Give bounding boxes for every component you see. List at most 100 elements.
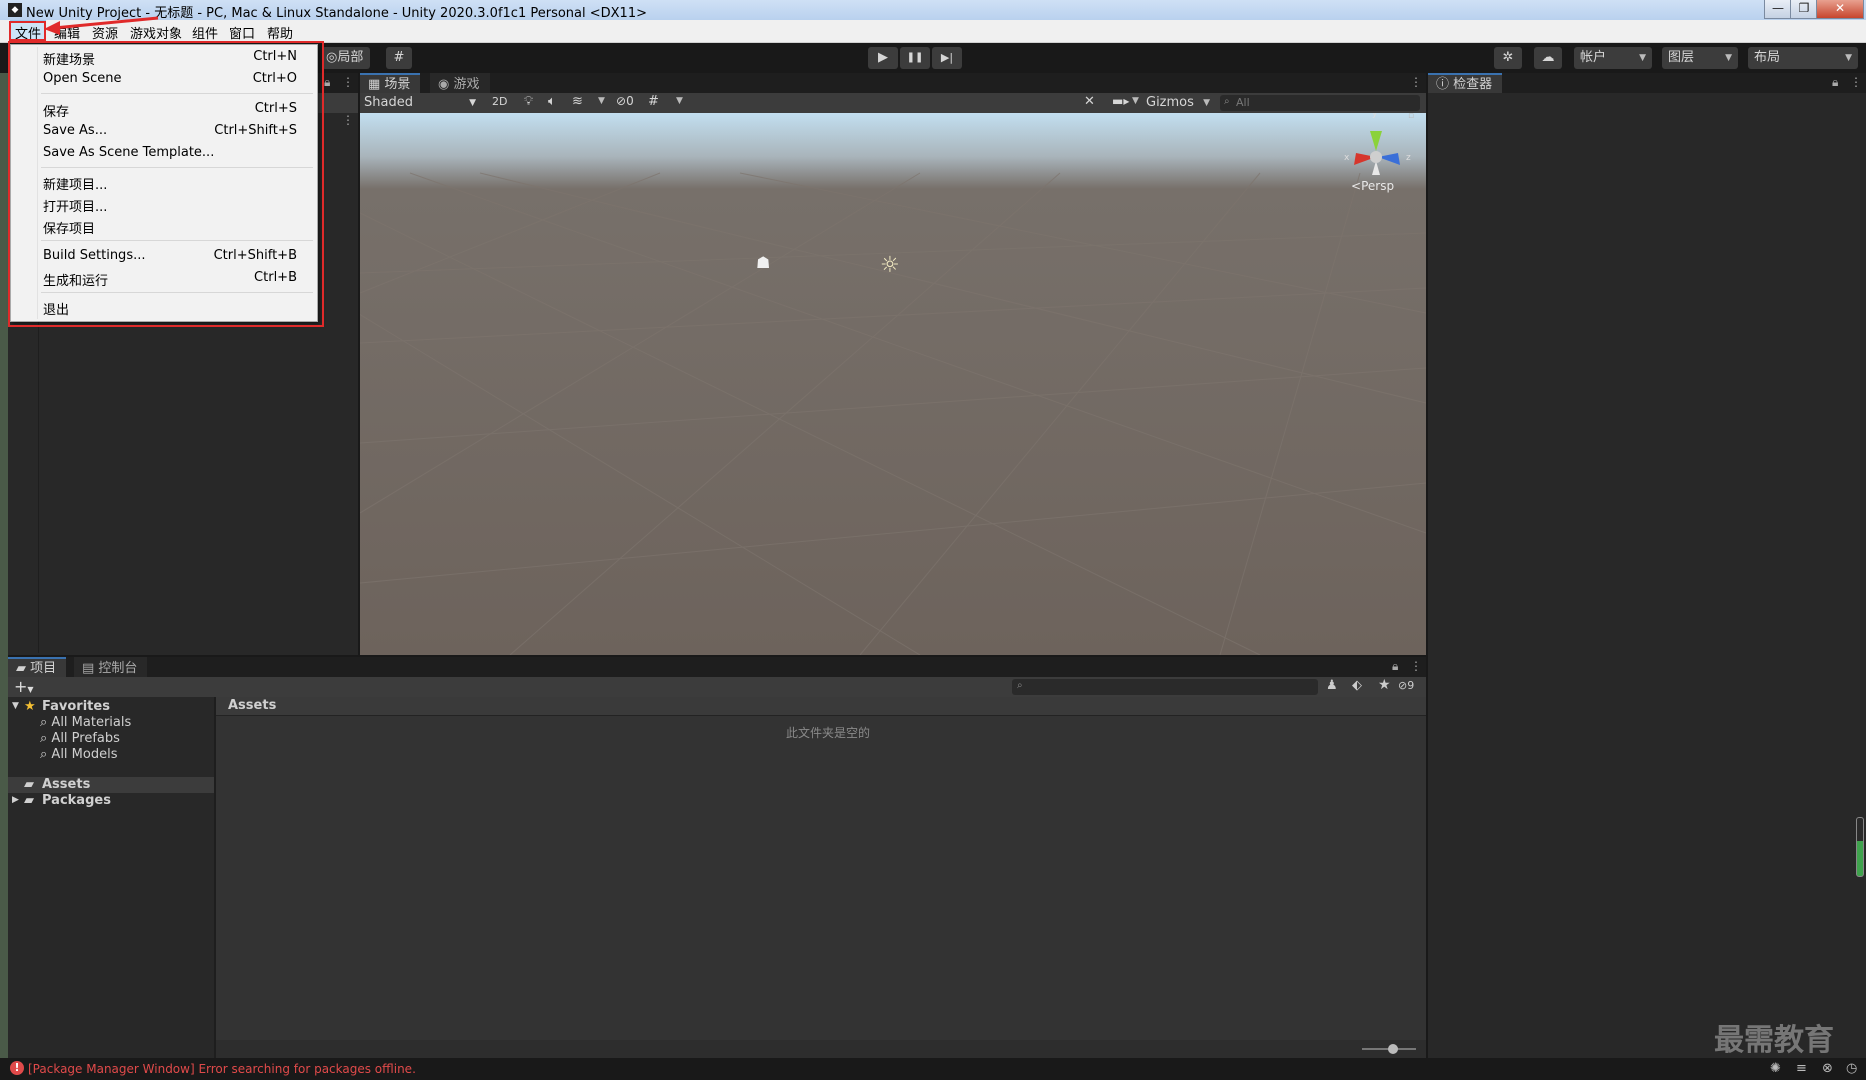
menu-separator	[41, 167, 313, 168]
kebab-menu-icon[interactable]: ⋮	[1410, 75, 1422, 89]
chevron-left-icon: <	[1351, 179, 1362, 193]
menu-item-open-project[interactable]: 打开项目...	[11, 194, 317, 215]
camera-gizmo-icon[interactable]: ☗	[756, 253, 770, 272]
tree-item-assets[interactable]: ▰ Assets	[8, 777, 214, 793]
lock-icon[interactable]: 🔒︎	[1392, 659, 1398, 674]
filter-type-icon[interactable]: ♟	[1326, 678, 1338, 693]
menu-item-shortcut: Ctrl+B	[254, 270, 297, 285]
chevron-down-icon[interactable]: ▼	[1132, 96, 1139, 106]
menu-item-save-project[interactable]: 保存项目	[11, 216, 317, 237]
tree-item-assets-label: Assets	[42, 777, 91, 792]
menu-item-new-project[interactable]: 新建项目...	[11, 172, 317, 193]
chevron-down-icon[interactable]: ▼	[676, 96, 683, 106]
chevron-right-icon[interactable]: ▶	[12, 795, 19, 805]
kebab-menu-icon[interactable]: ⋮	[1410, 659, 1422, 673]
grid-icon[interactable]: #	[648, 94, 659, 109]
check-icon[interactable]: ◷	[1846, 1061, 1857, 1076]
lighting-icon[interactable]: 💡︎	[524, 94, 533, 109]
title-bar: ◆ New Unity Project - 无标题 - PC, Mac & Li…	[0, 0, 1866, 21]
layers-dropdown[interactable]: 图层 ▼	[1662, 47, 1738, 69]
tab-inspector[interactable]: ⓘ 检查器	[1428, 73, 1503, 93]
menu-item-build-and-run[interactable]: 生成和运行 Ctrl+B	[11, 268, 317, 289]
scene-viewport[interactable]: ☗ ☼ y x z ▫ <Persp	[360, 113, 1426, 655]
tab-project[interactable]: ▰ 项目	[8, 657, 67, 677]
menu-item-save-as[interactable]: Save As... Ctrl+Shift+S	[11, 121, 317, 141]
shading-mode-label: Shaded	[364, 95, 413, 110]
project-toolbar: +▼ ⌕ ♟ ⬖ ★ ⊘9	[8, 677, 1426, 697]
lock-icon[interactable]: 🔒︎	[324, 75, 330, 90]
orientation-gizmo[interactable]: y x z ▫ <Persp	[1336, 113, 1426, 213]
menu-item-exit[interactable]: 退出	[11, 297, 317, 318]
tools-icon[interactable]: ✕	[1084, 94, 1095, 109]
menu-item-new-scene[interactable]: 新建场景 Ctrl+N	[11, 47, 317, 68]
stack-icon[interactable]: ≡	[1796, 1061, 1807, 1076]
menu-item-open-scene[interactable]: Open Scene Ctrl+O	[11, 69, 317, 89]
kebab-menu-icon[interactable]: ⋮	[1850, 75, 1862, 89]
lock-icon[interactable]: 🔒︎	[1832, 75, 1838, 90]
menu-item-shortcut: Ctrl+O	[252, 71, 297, 86]
shading-mode-dropdown[interactable]: Shaded ▼	[362, 94, 480, 112]
pivot-toggle[interactable]: ◎局部	[322, 47, 370, 69]
menu-item-label: 保存项目	[43, 222, 96, 237]
hidden-packages-toggle[interactable]: ⊘9	[1398, 679, 1414, 692]
hidden-objects-toggle[interactable]: ⊘0	[616, 94, 634, 108]
network-icon[interactable]: ⊗	[1822, 1061, 1833, 1076]
folder-open-icon: ▰	[24, 777, 34, 792]
favorites-label[interactable]: Favorites	[42, 699, 110, 714]
pause-button[interactable]: ❚❚	[900, 47, 930, 69]
persp-label: Persp	[1361, 179, 1395, 193]
menu-component[interactable]: 组件	[192, 23, 218, 42]
step-button[interactable]: ▶|	[932, 47, 962, 69]
gizmos-dropdown[interactable]: Gizmos ▼	[1144, 94, 1212, 112]
breadcrumb-assets[interactable]: Assets	[228, 698, 276, 713]
add-button[interactable]: +▼	[14, 677, 34, 696]
kebab-menu-icon[interactable]: ⋮	[342, 113, 354, 127]
scene-search-placeholder: All	[1236, 96, 1250, 109]
menu-item-build-settings[interactable]: Build Settings... Ctrl+Shift+B	[11, 246, 317, 266]
menu-help[interactable]: 帮助	[267, 23, 293, 42]
projection-toggle[interactable]: <Persp	[1351, 179, 1394, 193]
project-tabbar: ▰ 项目 ▤ 控制台 🔒︎ ⋮	[8, 657, 1426, 677]
project-search-input[interactable]: ⌕	[1012, 679, 1318, 695]
info-icon: ⓘ	[1436, 77, 1454, 92]
tree-item-packages[interactable]: Packages	[42, 793, 111, 808]
scene-search-input[interactable]: ⌕ All	[1220, 95, 1420, 111]
favorite-star-icon[interactable]: ★	[1378, 677, 1391, 693]
bug-icon[interactable]: ✺	[1770, 1061, 1781, 1076]
slider-handle[interactable]	[1388, 1044, 1398, 1054]
chevron-down-icon[interactable]: ▼	[598, 96, 605, 106]
list-item[interactable]: ⌕ All Prefabs	[40, 731, 120, 746]
menu-item-save[interactable]: 保存 Ctrl+S	[11, 99, 317, 120]
menu-window[interactable]: 窗口	[229, 23, 255, 42]
audio-icon[interactable]: 🔈︎	[548, 94, 556, 109]
camera-icon[interactable]: ▬▸	[1112, 94, 1129, 108]
close-button[interactable]: ✕	[1816, 0, 1864, 19]
play-button[interactable]: ▶	[868, 47, 898, 69]
status-message[interactable]: [Package Manager Window] Error searching…	[28, 1062, 416, 1076]
minimize-button[interactable]: —	[1764, 0, 1792, 19]
star-icon: ★	[24, 699, 36, 714]
list-item[interactable]: ⌕ All Materials	[40, 715, 131, 730]
cloud-button[interactable]: ☁	[1534, 47, 1562, 69]
restore-button[interactable]: ❐	[1790, 0, 1818, 19]
account-dropdown[interactable]: 帐户 ▼	[1574, 47, 1652, 69]
favorite-all-materials: All Materials	[51, 715, 132, 730]
collab-button[interactable]: ✲	[1494, 47, 1522, 69]
layout-dropdown[interactable]: 布局 ▼	[1748, 47, 1858, 69]
menu-item-save-as-template[interactable]: Save As Scene Template...	[11, 143, 317, 163]
toggle-2d-button[interactable]: 2D	[492, 95, 507, 108]
list-item[interactable]: ⌕ All Models	[40, 747, 117, 762]
light-gizmo-icon[interactable]: ☼	[880, 253, 900, 278]
tab-scene[interactable]: ▦ 场景	[360, 73, 421, 93]
chevron-down-icon[interactable]: ▼	[12, 701, 19, 711]
effects-icon[interactable]: ≋	[572, 94, 583, 109]
label-tag-icon[interactable]: ⬖	[1352, 678, 1362, 693]
folder-icon: ▰	[24, 793, 34, 808]
grid-icon: #	[393, 50, 405, 65]
desktop-edge	[0, 73, 8, 1058]
tab-console[interactable]: ▤ 控制台	[74, 657, 148, 677]
grid-snap-button[interactable]: #	[386, 47, 412, 69]
kebab-menu-icon[interactable]: ⋮	[342, 75, 354, 89]
lock-icon[interactable]: ▫	[1408, 113, 1414, 121]
tab-game[interactable]: ◉ 游戏	[430, 73, 490, 93]
